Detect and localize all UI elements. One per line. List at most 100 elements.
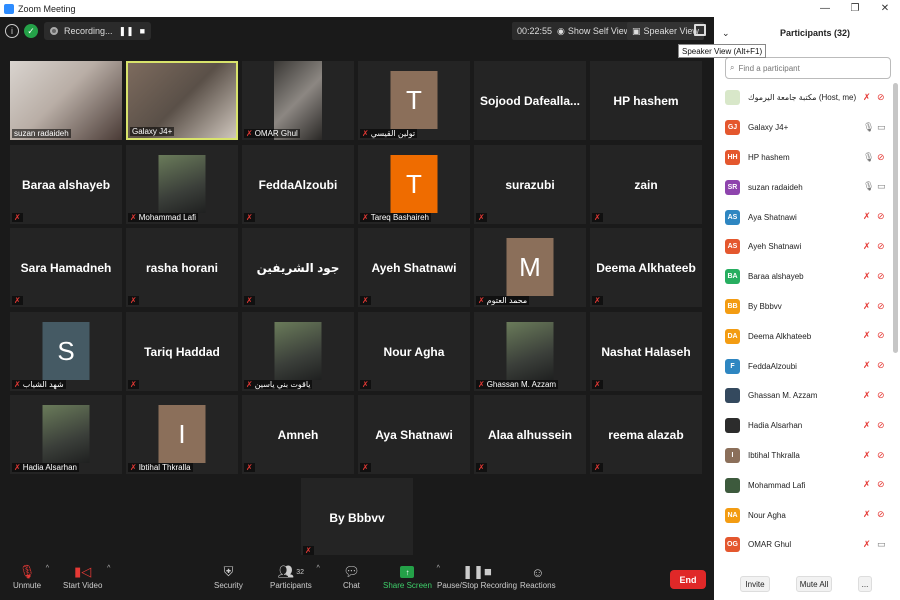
video-off-icon[interactable]: ⊘ bbox=[877, 92, 885, 103]
video-off-icon[interactable]: ⊘ bbox=[877, 479, 885, 490]
muted-mic-icon[interactable]: ✗ bbox=[863, 360, 871, 371]
unmute-button[interactable]: 🎙︎ Unmute ^ bbox=[13, 563, 49, 590]
participant-tile[interactable]: Deema Alkhateeb ✗ bbox=[590, 228, 702, 307]
maximize-icon[interactable]: ❐ bbox=[840, 0, 870, 17]
participant-list-item[interactable]: GJ Galaxy J4+ 🎙︎ ▭ bbox=[714, 113, 900, 143]
participant-tile[interactable]: ✗ Hadia Alsarhan bbox=[10, 395, 122, 474]
audio-options-chevron-icon[interactable]: ^ bbox=[46, 565, 49, 572]
participant-tile[interactable]: FeddaAlzoubi ✗ bbox=[242, 145, 354, 224]
pause-stop-recording-button[interactable]: ❚❚■ Pause/Stop Recording bbox=[437, 563, 517, 590]
participant-tile[interactable]: T ✗ تولين القيسي bbox=[358, 61, 470, 140]
participant-tile[interactable]: Sara Hamadneh ✗ bbox=[10, 228, 122, 307]
muted-mic-icon[interactable]: ✗ bbox=[863, 211, 871, 222]
participants-button[interactable]: 👥︎ 32 Participants ^ bbox=[270, 563, 320, 590]
video-off-icon[interactable]: ⊘ bbox=[877, 271, 885, 282]
participant-list-item[interactable]: AS Ayeh Shatnawi ✗ ⊘ bbox=[714, 232, 900, 262]
video-off-icon[interactable]: ⊘ bbox=[877, 241, 885, 252]
participant-list-item[interactable]: مكتبة جامعة اليرموك (Host, me) ✗ ⊘ bbox=[714, 83, 900, 113]
participant-tile[interactable]: HP hashem bbox=[590, 61, 702, 140]
participant-tile[interactable]: Sojood Dafealla... bbox=[474, 61, 586, 140]
muted-mic-icon[interactable]: ✗ bbox=[863, 479, 871, 490]
video-off-icon[interactable]: ⊘ bbox=[877, 450, 885, 461]
participant-tile[interactable]: M ✗ محمد العتوم bbox=[474, 228, 586, 307]
speaker-view-button[interactable]: ▣ Speaker View bbox=[627, 22, 704, 40]
video-off-icon[interactable]: ⊘ bbox=[877, 301, 885, 312]
participant-list-item[interactable]: DA Deema Alkhateeb ✗ ⊘ bbox=[714, 321, 900, 351]
show-self-view-button[interactable]: ◉ Show Self View bbox=[552, 22, 636, 40]
video-on-icon[interactable]: ▭ bbox=[877, 539, 886, 550]
participant-tile[interactable]: I ✗ Ibtihal Thkralla bbox=[126, 395, 238, 474]
participant-tile[interactable]: rasha horani ✗ bbox=[126, 228, 238, 307]
participant-tile[interactable]: Amneh ✗ bbox=[242, 395, 354, 474]
participant-tile[interactable]: Nour Agha ✗ bbox=[358, 312, 470, 391]
pause-recording-icon[interactable]: ❚❚ bbox=[119, 26, 134, 37]
participant-list-item[interactable]: NA Nour Agha ✗ ⊘ bbox=[714, 500, 900, 530]
participant-search-input[interactable] bbox=[738, 63, 879, 73]
video-off-icon[interactable]: ⊘ bbox=[877, 152, 885, 163]
participant-tile[interactable]: ✗ Mohammad Lafi bbox=[126, 145, 238, 224]
video-off-icon[interactable]: ⊘ bbox=[877, 330, 885, 341]
participant-tile[interactable]: zain ✗ bbox=[590, 145, 702, 224]
share-screen-button[interactable]: ↑ Share Screen ^ bbox=[383, 563, 440, 590]
participant-tile[interactable]: Aya Shatnawi ✗ bbox=[358, 395, 470, 474]
close-icon[interactable]: ✕ bbox=[870, 0, 900, 17]
mic-icon[interactable]: 🎙︎ bbox=[863, 181, 874, 192]
participant-tile[interactable]: surazubi ✗ bbox=[474, 145, 586, 224]
participant-list-item[interactable]: Mohammad Lafi ✗ ⊘ bbox=[714, 470, 900, 500]
reactions-button[interactable]: ☺ Reactions bbox=[520, 563, 556, 591]
muted-mic-icon[interactable]: ✗ bbox=[863, 509, 871, 520]
participant-tile[interactable]: ✗ Ghassan M. Azzam bbox=[474, 312, 586, 391]
muted-mic-icon[interactable]: ✗ bbox=[863, 390, 871, 401]
start-video-button[interactable]: ▮◁ Start Video ^ bbox=[63, 563, 110, 590]
muted-mic-icon[interactable]: ✗ bbox=[863, 301, 871, 312]
muted-mic-icon[interactable]: ✗ bbox=[863, 539, 871, 550]
video-off-icon[interactable]: ⊘ bbox=[877, 420, 885, 431]
stop-recording-icon[interactable]: ■ bbox=[140, 26, 145, 36]
muted-mic-icon[interactable]: ✗ bbox=[863, 92, 871, 103]
video-options-chevron-icon[interactable]: ^ bbox=[107, 565, 110, 572]
chat-button[interactable]: 💬︎ Chat bbox=[343, 563, 360, 590]
participant-list-item[interactable]: HH HP hashem 🎙︎ ⊘ bbox=[714, 143, 900, 173]
participant-list-item[interactable]: SR suzan radaideh 🎙︎ ▭ bbox=[714, 172, 900, 202]
participants-chevron-icon[interactable]: ^ bbox=[317, 565, 320, 572]
participant-list-scrollbar[interactable] bbox=[893, 83, 898, 353]
participant-list-item[interactable]: F FeddaAlzoubi ✗ ⊘ bbox=[714, 351, 900, 381]
participant-tile[interactable]: reema alazab ✗ bbox=[590, 395, 702, 474]
participant-tile[interactable]: suzan radaideh bbox=[10, 61, 122, 140]
security-button[interactable]: ⛨ Security bbox=[214, 563, 243, 590]
participant-tile[interactable]: Ayeh Shatnawi ✗ bbox=[358, 228, 470, 307]
participant-list-item[interactable]: Ghassan M. Azzam ✗ ⊘ bbox=[714, 381, 900, 411]
participant-tile[interactable]: S ✗ شهد الشياب bbox=[10, 312, 122, 391]
video-on-icon[interactable]: ▭ bbox=[877, 181, 886, 192]
more-options-button[interactable]: ... bbox=[858, 576, 872, 592]
participant-tile[interactable]: ✗ OMAR Ghul bbox=[242, 61, 354, 140]
muted-mic-icon[interactable]: ✗ bbox=[863, 271, 871, 282]
minimize-icon[interactable]: — bbox=[810, 0, 840, 17]
muted-mic-icon[interactable]: ✗ bbox=[863, 241, 871, 252]
participant-tile[interactable]: By Bbbvv ✗ bbox=[301, 478, 413, 557]
video-off-icon[interactable]: ⊘ bbox=[877, 211, 885, 222]
participant-tile[interactable]: ✗ ياقوت بني ياسين bbox=[242, 312, 354, 391]
encryption-shield-icon[interactable]: ✓ bbox=[24, 24, 38, 38]
video-off-icon[interactable]: ⊘ bbox=[877, 360, 885, 371]
participant-list-item[interactable]: AS Aya Shatnawi ✗ ⊘ bbox=[714, 202, 900, 232]
video-off-icon[interactable]: ⊘ bbox=[877, 390, 885, 401]
invite-button[interactable]: Invite bbox=[740, 576, 770, 592]
mute-all-button[interactable]: Mute All bbox=[796, 576, 832, 592]
muted-mic-icon[interactable]: ✗ bbox=[863, 450, 871, 461]
participant-tile[interactable]: Baraa alshayeb ✗ bbox=[10, 145, 122, 224]
info-icon[interactable]: i bbox=[5, 24, 19, 38]
participant-tile[interactable]: Tariq Haddad ✗ bbox=[126, 312, 238, 391]
participant-list-item[interactable]: Hadia Alsarhan ✗ ⊘ bbox=[714, 411, 900, 441]
participant-list-item[interactable]: BB By Bbbvv ✗ ⊘ bbox=[714, 292, 900, 322]
participant-list-item[interactable]: OG OMAR Ghul ✗ ▭ bbox=[714, 530, 900, 560]
participant-tile[interactable]: T ✗ Tareq Bashaireh bbox=[358, 145, 470, 224]
participant-tile[interactable]: جود الشريفين ✗ bbox=[242, 228, 354, 307]
fullscreen-icon[interactable] bbox=[694, 24, 706, 36]
video-on-icon[interactable]: ▭ bbox=[877, 122, 886, 133]
muted-mic-icon[interactable]: ✗ bbox=[863, 420, 871, 431]
participant-list-item[interactable]: I Ibtihal Thkralla ✗ ⊘ bbox=[714, 441, 900, 471]
participant-search-box[interactable]: ⌕ bbox=[725, 57, 891, 79]
end-meeting-button[interactable]: End bbox=[670, 570, 706, 589]
participant-tile[interactable]: Alaa alhussein ✗ bbox=[474, 395, 586, 474]
